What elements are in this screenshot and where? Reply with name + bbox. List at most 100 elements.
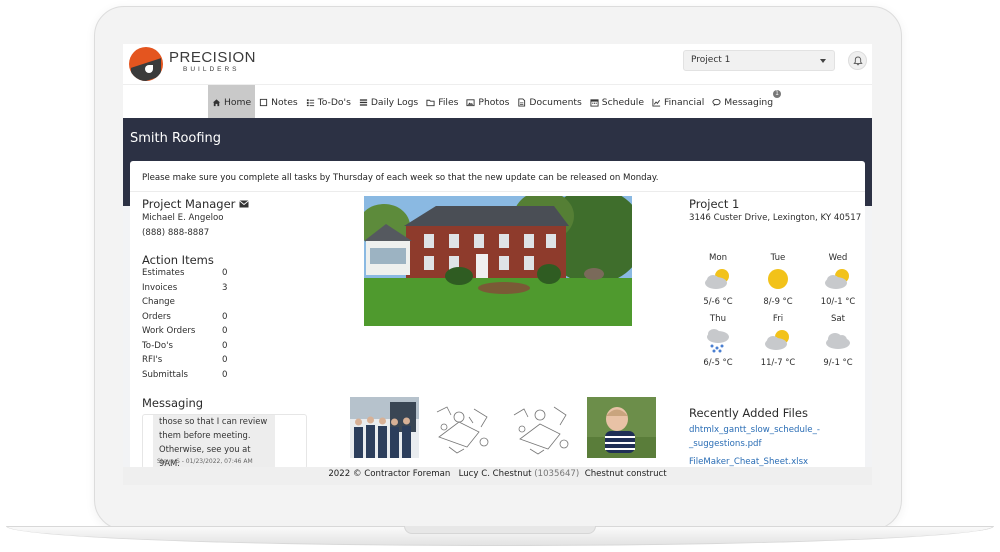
nav-photos[interactable]: Photos — [462, 85, 513, 119]
dashboard-card: Please make sure you complete all tasks … — [130, 161, 865, 471]
weather-temp: 6/-5 °C — [703, 357, 733, 367]
recent-files-title: Recently Added Files — [689, 406, 808, 420]
nav-label: Photos — [478, 96, 510, 108]
weather-day-label: Wed — [828, 253, 848, 263]
notice-text: Please make sure you complete all tasks … — [142, 173, 659, 183]
nav-label: Notes — [271, 96, 298, 108]
action-label: Orders — [142, 311, 171, 322]
action-row-todos[interactable]: To-Do's 0 — [142, 341, 242, 356]
action-count: 3 — [222, 282, 228, 293]
action-count: 0 — [222, 268, 228, 278]
weather-day: Thu 6/-5 °C — [688, 314, 748, 367]
project-address: 3146 Custer Drive, Lexington, KY 40517 — [689, 213, 862, 223]
project-select-value: Project 1 — [691, 55, 731, 65]
partly-cloudy-icon — [705, 269, 729, 289]
recent-files-list: dhtmlx_gantt_slow_schedule_-_suggestions… — [689, 423, 839, 473]
weather-day: Fri 11/-7 °C — [748, 314, 808, 367]
nav-label: Daily Logs — [370, 96, 419, 108]
weather-temp: 10/-1 °C — [820, 296, 856, 306]
child-photo-icon — [587, 397, 656, 458]
action-label: To-Do's — [142, 340, 174, 351]
weather-day-label: Fri — [772, 314, 784, 324]
message-line: them before meeting. — [159, 430, 251, 440]
photo-thumbnail[interactable] — [508, 397, 577, 458]
rain-icon — [707, 329, 729, 353]
action-label: Estimates — [142, 268, 185, 278]
footer-copyright: 2022 © Contractor Foreman — [328, 469, 451, 479]
logo-icon[interactable] — [129, 47, 163, 81]
page-title: Smith Roofing — [130, 131, 222, 146]
schematic-drawing-icon — [508, 397, 577, 458]
project-manager-phone[interactable]: (888) 888-8887 — [142, 226, 249, 241]
list-icon — [359, 98, 367, 106]
nav-notes[interactable]: Notes — [255, 85, 302, 119]
messaging-badge: 1 — [773, 90, 782, 98]
project-photo[interactable] — [364, 196, 632, 326]
weather-day-label: Sat — [830, 314, 846, 324]
notification-button[interactable] — [848, 51, 867, 70]
note-icon — [260, 98, 268, 106]
weather-day: Mon 5/-6 °C — [688, 253, 748, 306]
action-count: 0 — [222, 340, 228, 351]
sun-icon — [768, 269, 788, 289]
nav-todos[interactable]: To-Do's — [302, 85, 355, 119]
action-row-rfis[interactable]: RFI's 0 — [142, 355, 242, 370]
action-label: RFI's — [142, 355, 163, 365]
project-manager-section: Project Manager Michael E. Angeloo (888)… — [142, 197, 250, 241]
weather-temp: 8/-9 °C — [763, 296, 793, 306]
action-label: Submittals — [142, 369, 188, 380]
folder-icon — [426, 99, 435, 106]
chat-icon — [712, 98, 721, 106]
action-row-change[interactable]: Change — [142, 297, 242, 312]
brand-logo: PRECISION BUILDERS — [169, 50, 256, 74]
nav-label: Messaging — [724, 96, 774, 108]
weather-temp: 5/-6 °C — [703, 296, 733, 306]
action-row-submittals[interactable]: Submittals 0 — [142, 370, 242, 385]
brand-sub: BUILDERS — [183, 66, 240, 73]
project-info: Project 1 3146 Custer Drive, Lexington, … — [689, 197, 861, 223]
cloud-icon — [826, 333, 850, 349]
weather-day-label: Tue — [770, 253, 786, 263]
action-count: 0 — [222, 369, 228, 380]
action-row-invoices[interactable]: Invoices 3 — [142, 283, 242, 298]
action-items-title: Action Items — [142, 253, 214, 267]
file-link[interactable]: dhtmlx_gantt_slow_schedule_-_suggestions… — [689, 423, 839, 451]
top-bar: PRECISION BUILDERS Project 1 — [123, 44, 872, 84]
nav-financial[interactable]: Financial — [648, 85, 708, 119]
nav-documents[interactable]: Documents — [513, 85, 585, 119]
action-row-estimates[interactable]: Estimates 0 — [142, 268, 242, 283]
main-nav: Home Notes To-Do's Daily Logs Files Phot… — [123, 84, 872, 119]
laptop-notch — [404, 526, 596, 534]
divider — [130, 191, 865, 192]
weather-forecast: Mon 5/-6 °C Tue 8/-9 °C Wed 10/-1 °C Thu… — [688, 253, 858, 367]
nav-daily-logs[interactable]: Daily Logs — [355, 85, 422, 119]
action-row-orders[interactable]: Orders 0 — [142, 312, 242, 327]
footer-company: Chestnut construct — [584, 469, 667, 479]
photo-thumbnails — [350, 397, 656, 458]
weather-day-label: Thu — [709, 314, 727, 324]
action-count — [222, 297, 242, 312]
nav-messaging[interactable]: Messaging 1 — [708, 85, 782, 119]
nav-label: To-Do's — [317, 96, 351, 108]
group-photo-icon — [350, 397, 419, 458]
action-items-section: Action Items Estimates 0 Invoices 3 Change… — [142, 253, 242, 384]
action-count: 0 — [222, 355, 228, 365]
action-items-table: Estimates 0 Invoices 3 Change Orders 0 Work… — [142, 268, 242, 384]
messaging-panel[interactable]: those so that I can review them before m… — [142, 414, 307, 469]
photo-thumbnail[interactable] — [429, 397, 498, 458]
photo-thumbnail[interactable] — [350, 397, 419, 458]
action-count: 0 — [222, 311, 228, 322]
action-row-work-orders[interactable]: Work Orders 0 — [142, 326, 242, 341]
bell-icon — [853, 56, 863, 66]
photo-thumbnail[interactable] — [587, 397, 656, 458]
nav-home[interactable]: Home — [208, 85, 256, 119]
envelope-icon[interactable] — [239, 200, 250, 208]
project-select[interactable]: Project 1 — [683, 50, 835, 71]
nav-schedule[interactable]: Schedule — [586, 85, 648, 119]
weather-day: Sat 9/-1 °C — [808, 314, 868, 367]
nav-label: Schedule — [601, 96, 645, 108]
footer-user: Lucy C. Chestnut — [458, 469, 532, 479]
action-label: Work Orders — [142, 326, 196, 336]
nav-files[interactable]: Files — [422, 85, 462, 119]
weather-day: Tue 8/-9 °C — [748, 253, 808, 306]
